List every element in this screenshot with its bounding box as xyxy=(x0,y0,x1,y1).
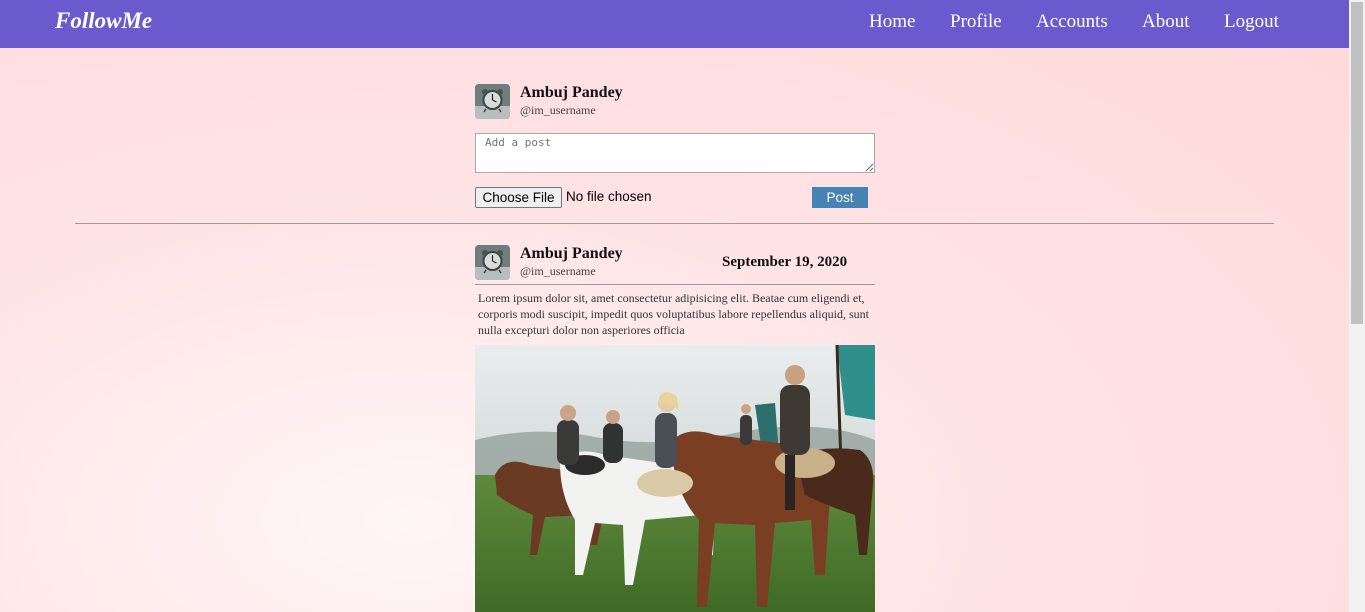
nav-link-accounts[interactable]: Accounts xyxy=(1036,11,1108,33)
resize-grip-icon[interactable] xyxy=(865,163,874,172)
clock-avatar-image xyxy=(475,245,510,280)
post-image xyxy=(475,345,875,612)
post-avatar xyxy=(475,245,510,280)
composer-user-handle: @im_username xyxy=(520,103,596,117)
post-input[interactable] xyxy=(475,133,875,173)
post-text: Lorem ipsum dolor sit, amet consectetur … xyxy=(478,291,869,337)
section-divider xyxy=(75,223,1274,224)
navbar: FollowMe Home Profile Accounts About Log… xyxy=(0,0,1349,48)
nav-link-logout[interactable]: Logout xyxy=(1224,11,1279,33)
nav-link-home[interactable]: Home xyxy=(869,11,915,33)
clock-avatar-image xyxy=(475,84,510,119)
scrollbar-thumb[interactable] xyxy=(1351,2,1363,324)
nav-link-about[interactable]: About xyxy=(1142,11,1190,33)
post-user-handle: @im_username xyxy=(520,264,596,278)
post-user-name[interactable]: Ambuj Pandey xyxy=(520,245,623,263)
file-status-text: No file chosen xyxy=(566,189,652,204)
composer-avatar xyxy=(475,84,510,119)
choose-file-button[interactable]: Choose File xyxy=(475,187,562,208)
post-button[interactable]: Post xyxy=(812,187,868,208)
nav-link-profile[interactable]: Profile xyxy=(950,11,1002,33)
composer-user-name: Ambuj Pandey xyxy=(520,84,623,101)
page-scrollbar[interactable] xyxy=(1349,0,1365,612)
vikings-on-horses-photo xyxy=(475,345,875,612)
brand-logo[interactable]: FollowMe xyxy=(55,8,152,34)
post-date: September 19, 2020 xyxy=(722,254,848,270)
post-divider xyxy=(475,284,875,285)
